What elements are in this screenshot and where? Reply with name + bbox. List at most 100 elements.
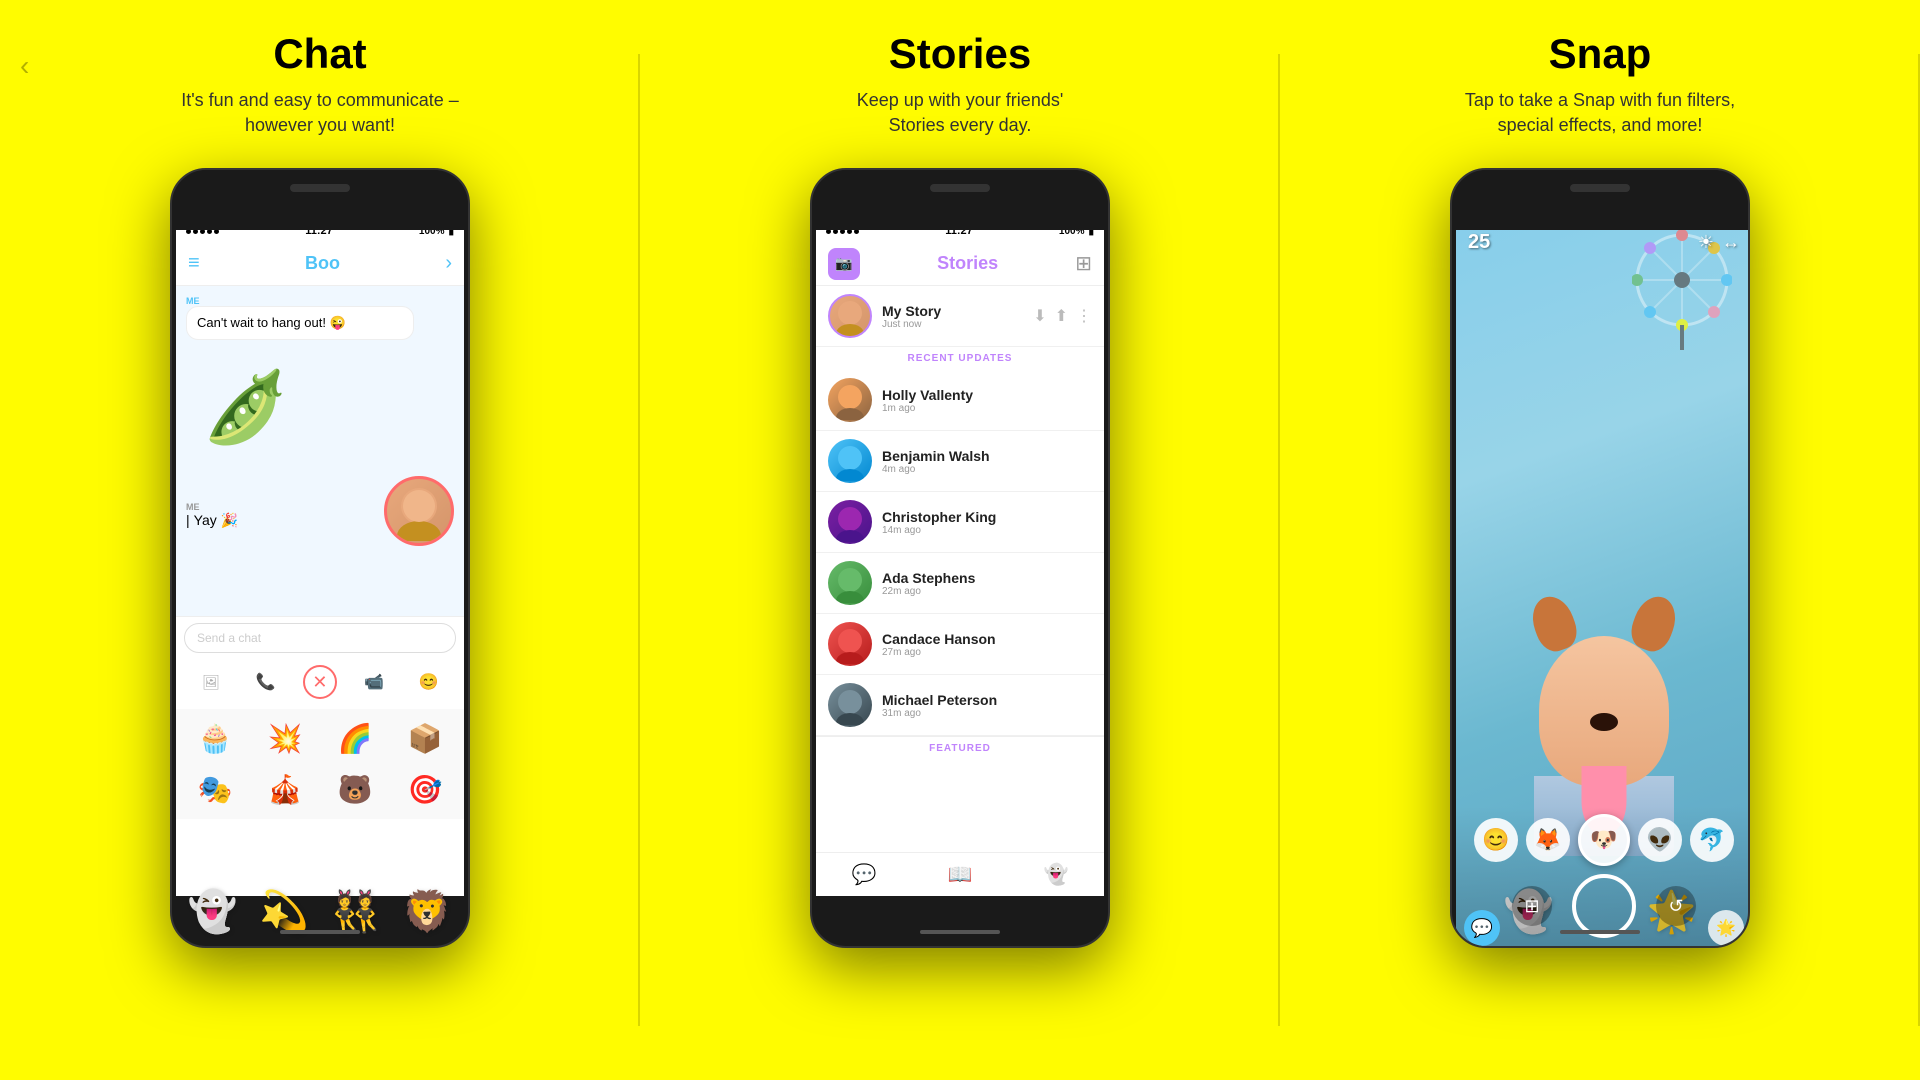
filter-dog-active[interactable]: 🐶 bbox=[1578, 814, 1630, 866]
story-candace[interactable]: Candace Hanson 27m ago bbox=[816, 614, 1104, 675]
chat-chevron-left[interactable]: ‹ bbox=[20, 50, 29, 82]
outgoing-content: ME | Yay 🎉 bbox=[186, 494, 238, 529]
chat-forward-icon[interactable]: › bbox=[445, 252, 452, 275]
sticker-7[interactable]: 🐻 bbox=[322, 766, 388, 813]
story-holly[interactable]: Holly Vallenty 1m ago bbox=[816, 370, 1104, 431]
face bbox=[1539, 636, 1669, 786]
my-story-name: My Story bbox=[882, 303, 1023, 319]
michael-name: Michael Peterson bbox=[882, 692, 1092, 708]
snap-filters-row: 😊 🦊 🐶 👽 🐬 bbox=[1474, 814, 1734, 866]
snap-subtitle: Tap to take a Snap with fun filters,spec… bbox=[1465, 88, 1735, 138]
sticker-6[interactable]: 🎪 bbox=[252, 766, 318, 813]
chat-actions: 🖼 📞 ✕ 📹 😊 bbox=[184, 661, 456, 703]
filter-dolphin[interactable]: 🐬 bbox=[1690, 818, 1734, 862]
christopher-name: Christopher King bbox=[882, 509, 1092, 525]
snap-timer: 25 bbox=[1468, 231, 1490, 254]
story-benjamin[interactable]: Benjamin Walsh 4m ago bbox=[816, 431, 1104, 492]
stories-subtitle: Keep up with your friends'Stories every … bbox=[857, 88, 1064, 138]
filter-fox[interactable]: 🦊 bbox=[1526, 818, 1570, 862]
featured-label: FEATURED bbox=[816, 736, 1104, 760]
snap-phone: 25 ☀ ↔ bbox=[1450, 168, 1750, 948]
benjamin-info: Benjamin Walsh 4m ago bbox=[882, 448, 1092, 475]
ghost-2: 💫 bbox=[259, 888, 309, 935]
chat-phone: 11:27 100% ▮ ≡ Boo › ME Can't wait to ha… bbox=[170, 168, 470, 948]
message-from: ME Can't wait to hang out! 😜 bbox=[186, 296, 454, 340]
sticker-4[interactable]: 📦 bbox=[392, 715, 458, 762]
stories-status-bar: 11:27 100% ▮ bbox=[816, 220, 1104, 242]
my-story-item[interactable]: My Story Just now ⬇ ⬆ ⋮ bbox=[816, 286, 1104, 347]
me-avatar bbox=[384, 476, 454, 546]
stories-panel: Stories Keep up with your friends'Storie… bbox=[640, 0, 1280, 1080]
my-story-actions: ⬇ ⬆ ⋮ bbox=[1033, 306, 1092, 326]
chat-panel: ‹ Chat It's fun and easy to communicate … bbox=[0, 0, 640, 1080]
ada-avatar bbox=[828, 561, 872, 605]
my-story-info: My Story Just now bbox=[882, 303, 1023, 330]
candace-name: Candace Hanson bbox=[882, 631, 1092, 647]
sticker-2[interactable]: 💥 bbox=[252, 715, 318, 762]
story-michael[interactable]: Michael Peterson 31m ago bbox=[816, 675, 1104, 736]
candace-time: 27m ago bbox=[882, 647, 1092, 658]
flip-camera-btn[interactable]: ↺ bbox=[1656, 886, 1696, 926]
share-icon[interactable]: ⬆ bbox=[1055, 306, 1068, 326]
sticker-pea: 🫛 bbox=[186, 348, 306, 468]
filter-cute[interactable]: 😊 bbox=[1474, 818, 1518, 862]
more-icon[interactable]: ⋮ bbox=[1076, 306, 1092, 326]
dog-nose bbox=[1590, 713, 1618, 731]
candace-info: Candace Hanson 27m ago bbox=[882, 631, 1092, 658]
chat-placeholder: Send a chat bbox=[197, 631, 261, 645]
my-story-avatar bbox=[828, 294, 872, 338]
ada-name: Ada Stephens bbox=[882, 570, 1092, 586]
image-button[interactable]: 🖼 bbox=[194, 665, 228, 699]
bottom-nav: 💬 📖 👻 bbox=[816, 852, 1104, 896]
chat-body: ME Can't wait to hang out! 😜 🫛 ME | Yay … bbox=[176, 286, 464, 616]
incoming-message: Can't wait to hang out! 😜 bbox=[186, 306, 414, 340]
story-ada[interactable]: Ada Stephens 22m ago bbox=[816, 553, 1104, 614]
sticker-1[interactable]: 🧁 bbox=[182, 715, 248, 762]
nav-chat-icon[interactable]: 💬 bbox=[852, 862, 877, 887]
menu-icon[interactable]: ≡ bbox=[188, 252, 200, 275]
battery-text: 100% bbox=[419, 226, 445, 237]
chat-contact-name: Boo bbox=[305, 253, 340, 274]
emoji-button[interactable]: 😊 bbox=[412, 665, 446, 699]
snap-bottom-bar: 😊 🦊 🐶 👽 🐬 ⊞ ↺ bbox=[1456, 806, 1750, 946]
camera-icon[interactable]: 📷 bbox=[828, 248, 860, 280]
snap-top-icons: ☀ ↔ bbox=[1698, 232, 1740, 253]
outgoing-message-row: ME | Yay 🎉 bbox=[186, 476, 454, 546]
home-bar-3[interactable] bbox=[1560, 930, 1640, 934]
phone-speaker-2 bbox=[930, 184, 990, 192]
battery-icon: ▮ bbox=[448, 226, 454, 237]
stories-status-right: 100% ▮ bbox=[1059, 226, 1094, 237]
sticker-5[interactable]: 🎭 bbox=[182, 766, 248, 813]
ghost-3: 👯 bbox=[331, 888, 381, 935]
right-ear bbox=[1626, 591, 1682, 656]
home-bar[interactable] bbox=[280, 930, 360, 934]
sticker-8[interactable]: 🎯 bbox=[392, 766, 458, 813]
stories-screen-title: Stories bbox=[937, 253, 998, 274]
flip-icon[interactable]: ↔ bbox=[1722, 232, 1740, 253]
ada-info: Ada Stephens 22m ago bbox=[882, 570, 1092, 597]
christopher-info: Christopher King 14m ago bbox=[882, 509, 1092, 536]
me-label: ME bbox=[186, 502, 238, 512]
shutter-button[interactable] bbox=[1572, 874, 1636, 938]
michael-info: Michael Peterson 31m ago bbox=[882, 692, 1092, 719]
chat-input-bar[interactable]: Send a chat bbox=[184, 623, 456, 653]
michael-time: 31m ago bbox=[882, 708, 1092, 719]
phone-call-button[interactable]: 📞 bbox=[249, 665, 283, 699]
home-bar-2[interactable] bbox=[920, 930, 1000, 934]
memories-btn[interactable]: ⊞ bbox=[1512, 886, 1552, 926]
video-button[interactable]: 📹 bbox=[357, 665, 391, 699]
stories-header: 📷 Stories ⊞ bbox=[816, 242, 1104, 286]
status-right: 100% ▮ bbox=[419, 226, 454, 237]
grid-icon[interactable]: ⊞ bbox=[1075, 251, 1092, 276]
download-icon[interactable]: ⬇ bbox=[1033, 306, 1046, 326]
ghost-1: 👻 bbox=[188, 888, 238, 935]
filter-alien[interactable]: 👽 bbox=[1638, 818, 1682, 862]
nav-snap-icon[interactable]: 👻 bbox=[1044, 862, 1069, 887]
brightness-icon[interactable]: ☀ bbox=[1698, 232, 1714, 253]
nav-stories-icon[interactable]: 📖 bbox=[948, 862, 973, 887]
sender-label: ME bbox=[186, 296, 454, 306]
outgoing-message: | Yay 🎉 bbox=[186, 512, 238, 529]
sticker-3[interactable]: 🌈 bbox=[322, 715, 388, 762]
cancel-button[interactable]: ✕ bbox=[303, 665, 337, 699]
story-christopher[interactable]: Christopher King 14m ago bbox=[816, 492, 1104, 553]
